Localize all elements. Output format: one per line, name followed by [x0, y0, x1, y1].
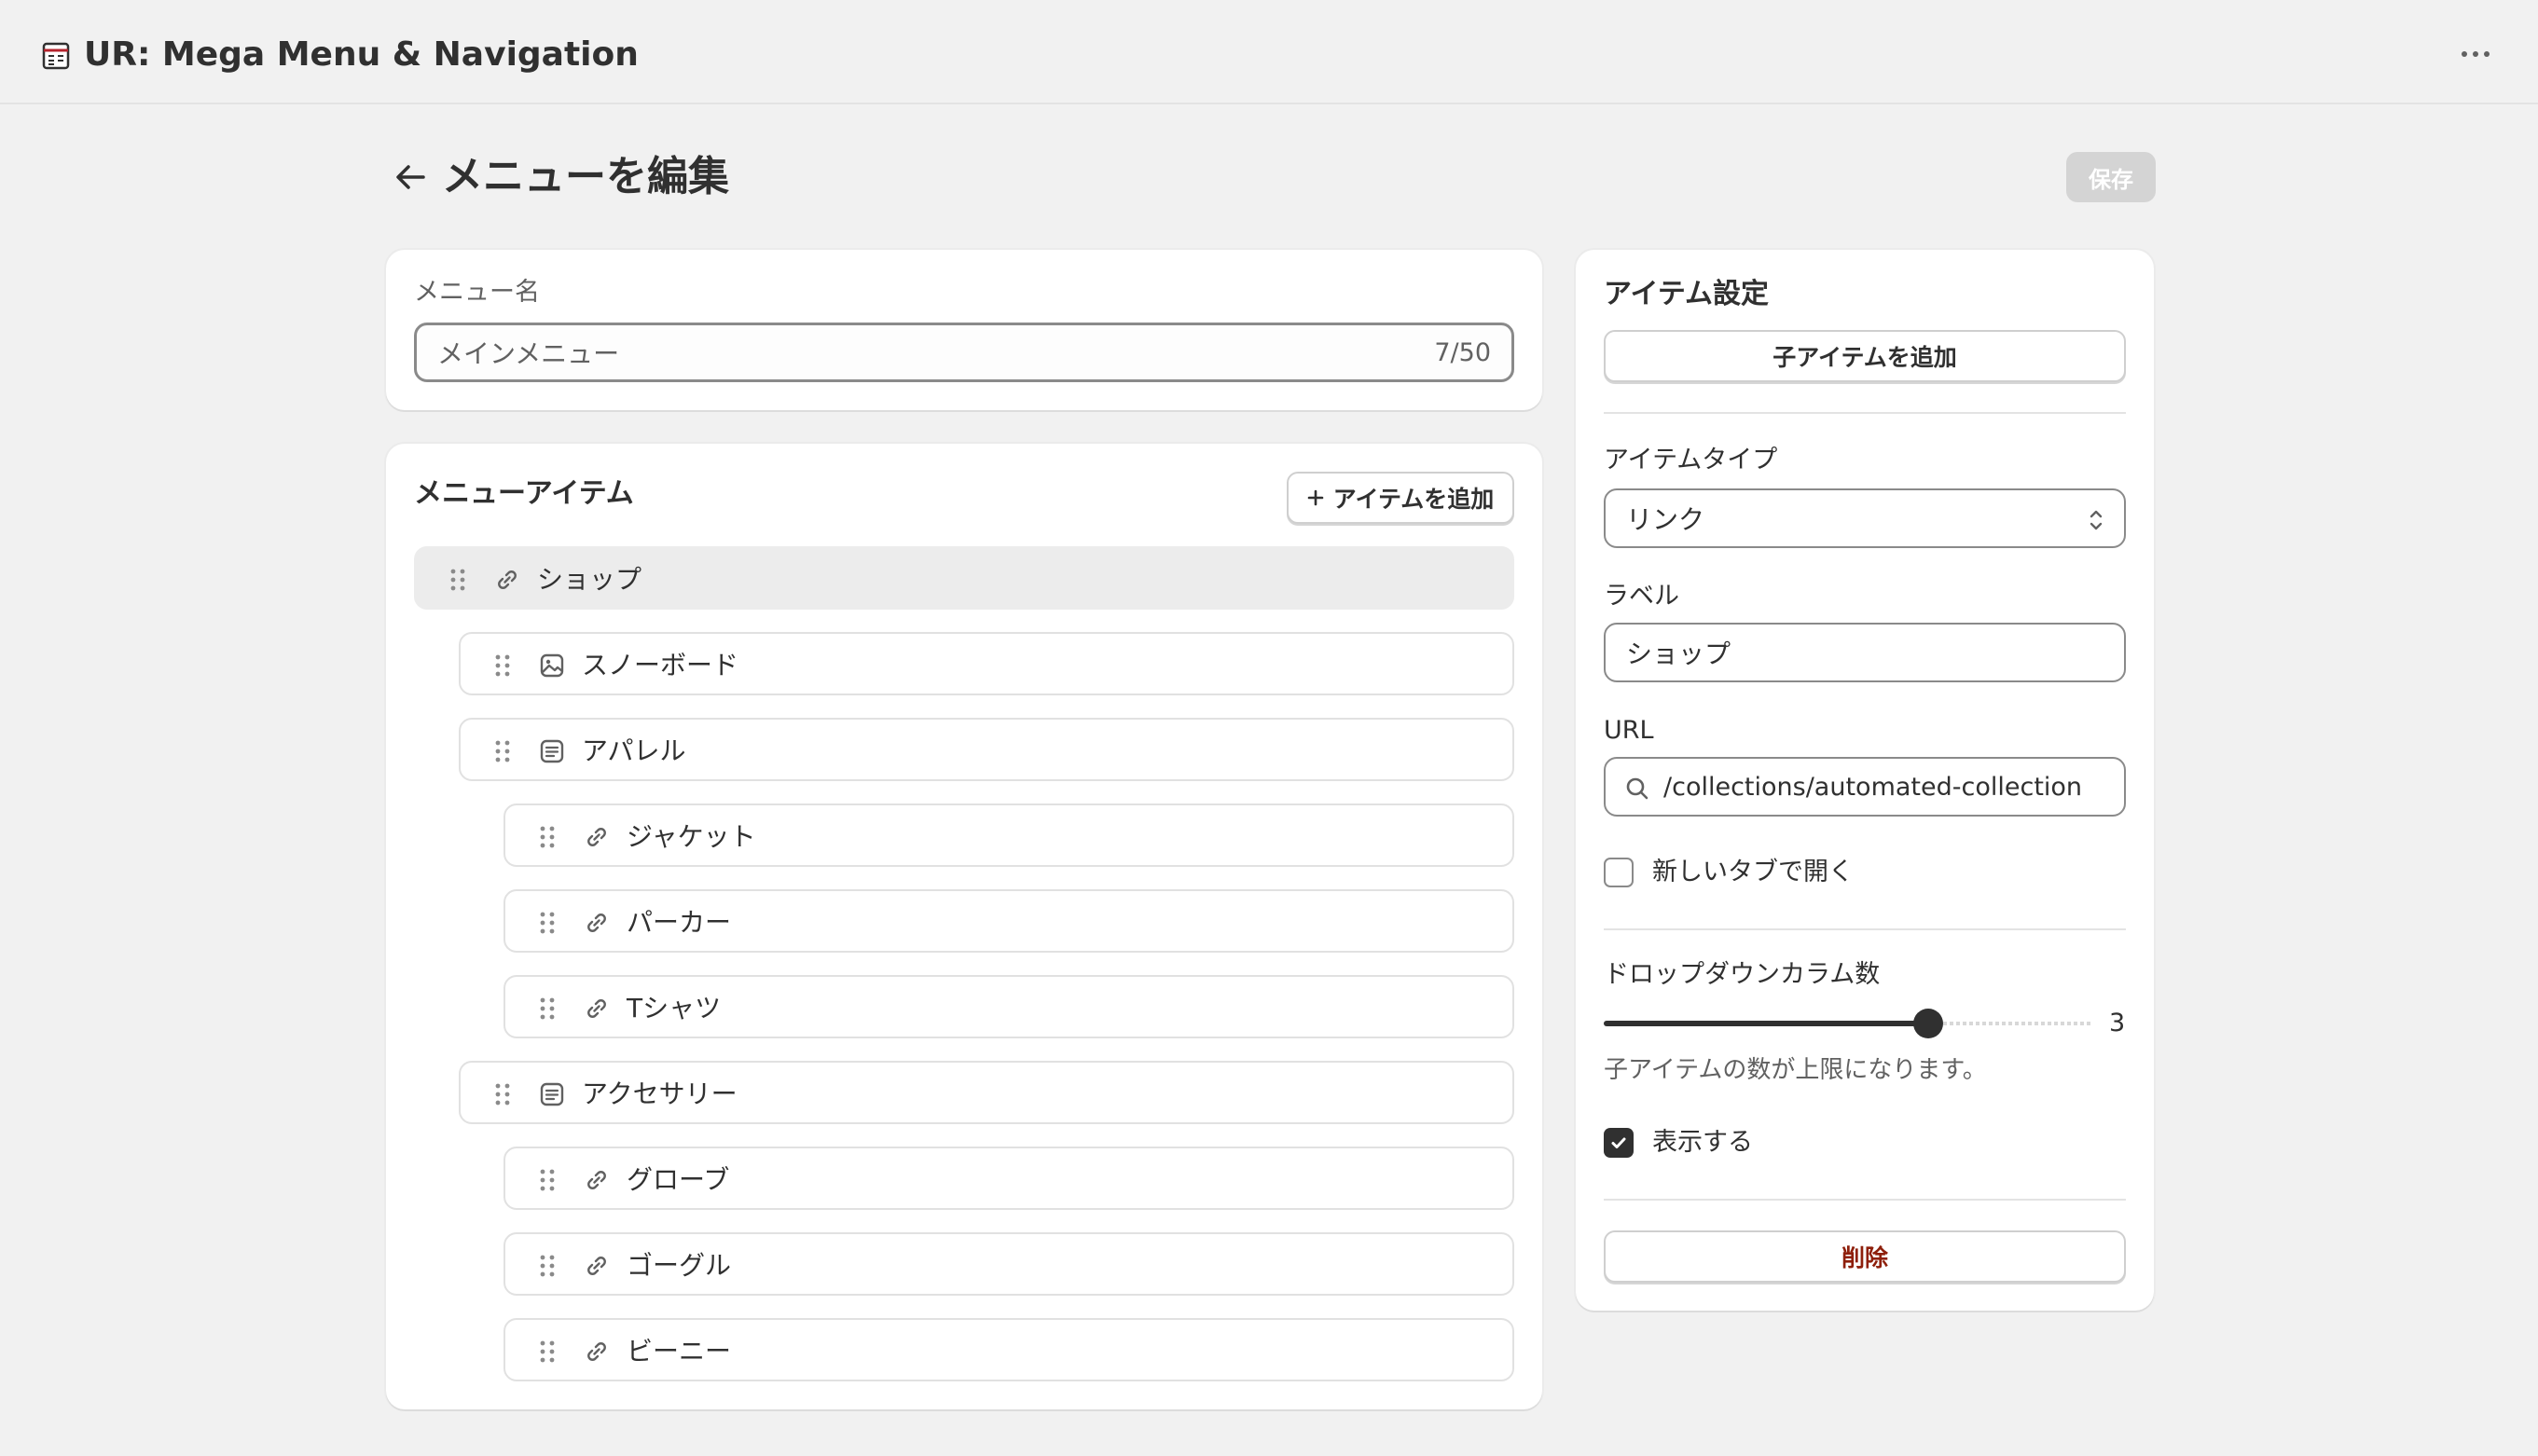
visible-label: 表示する: [1652, 1128, 1753, 1157]
link-icon: [582, 1165, 612, 1195]
item-settings-card: アイテム設定 子アイテムを追加 アイテムタイプ リンク ラベル ショップ URL…: [1576, 250, 2154, 1311]
menu-name-input[interactable]: メインメニュー 7/50: [414, 323, 1514, 382]
menu-item-label: ビーニー: [627, 1336, 732, 1367]
url-field-label: URL: [1604, 716, 1654, 745]
menu-item-row[interactable]: グローブ: [503, 1147, 1514, 1210]
add-child-item-button[interactable]: 子アイテムを追加: [1604, 330, 2126, 382]
app-title: UR: Mega Menu & Navigation: [84, 35, 639, 74]
more-icon-dot: [2484, 51, 2490, 57]
menu-item-row[interactable]: ビーニー: [503, 1318, 1514, 1381]
label-input-value: ショップ: [1626, 639, 1731, 669]
link-icon: [582, 994, 612, 1023]
menu-item-row[interactable]: ゴーグル: [503, 1232, 1514, 1296]
item-type-select[interactable]: リンク: [1604, 488, 2126, 548]
menu-item-label: スノーボード: [582, 650, 739, 680]
app-icon: [42, 42, 70, 70]
list-icon: [537, 736, 567, 766]
back-arrow-icon[interactable]: [390, 158, 431, 196]
menu-name-label: メニュー名: [414, 278, 540, 307]
menu-item-row[interactable]: ショップ: [414, 546, 1514, 610]
add-item-label: アイテムを追加: [1332, 486, 1495, 513]
menu-item-label: Tシャツ: [627, 993, 722, 1023]
item-type-label: アイテムタイプ: [1604, 446, 1778, 474]
limit-message: 子アイテムの数が上限になります。: [1604, 1056, 1987, 1084]
checkmark-icon: [1611, 1137, 1626, 1148]
menu-item-label: アパレル: [582, 735, 686, 766]
divider: [1604, 412, 2126, 414]
drag-handle-icon[interactable]: [539, 1253, 556, 1279]
drag-handle-icon[interactable]: [494, 652, 511, 679]
drag-handle-icon[interactable]: [539, 996, 556, 1022]
menu-item-row[interactable]: アクセサリー: [459, 1061, 1514, 1124]
drag-handle-icon[interactable]: [449, 567, 466, 593]
menu-name-card: メニュー名 メインメニュー 7/50: [386, 250, 1542, 410]
new-tab-checkbox[interactable]: [1604, 858, 1634, 887]
more-options-button[interactable]: [2452, 37, 2499, 71]
drag-handle-icon[interactable]: [539, 824, 556, 850]
label-input[interactable]: ショップ: [1604, 623, 2126, 682]
menu-item-label: ジャケット: [627, 821, 756, 852]
drag-handle-icon[interactable]: [494, 1081, 511, 1107]
menu-item-row[interactable]: アパレル: [459, 718, 1514, 781]
drag-handle-icon[interactable]: [494, 738, 511, 764]
drag-handle-icon[interactable]: [539, 1167, 556, 1193]
link-icon: [582, 1251, 612, 1281]
menu-item-label: アクセサリー: [582, 1078, 738, 1109]
menu-name-value: メインメニュー: [437, 338, 620, 369]
menu-item-label: ゴーグル: [627, 1250, 732, 1281]
image-icon: [537, 651, 567, 680]
plus-icon: [1307, 489, 1324, 506]
item-settings-heading: アイテム設定: [1604, 278, 1769, 310]
search-icon: [1626, 777, 1648, 800]
delete-button[interactable]: 削除: [1604, 1230, 2126, 1283]
divider: [1604, 1199, 2126, 1201]
link-icon: [582, 908, 612, 938]
label-field-label: ラベル: [1604, 582, 1679, 611]
save-button[interactable]: 保存: [2066, 152, 2156, 202]
menu-item-label: パーカー: [627, 907, 732, 938]
menu-item-row[interactable]: ジャケット: [503, 804, 1514, 867]
title-bar: UR: Mega Menu & Navigation: [0, 0, 2538, 104]
list-icon: [537, 1079, 567, 1109]
url-input-value: /collections/automated-collection: [1663, 772, 2083, 802]
menu-item-label: グローブ: [627, 1164, 730, 1195]
char-count: 7/50: [1434, 337, 1491, 367]
menu-items-card: メニューアイテム アイテムを追加 ショップスノーボード アパレルジャケットパーカー…: [386, 444, 1542, 1409]
link-icon: [492, 565, 522, 595]
visible-checkbox[interactable]: [1604, 1128, 1634, 1158]
menu-item-row[interactable]: パーカー: [503, 889, 1514, 953]
page-title: メニューを編集: [442, 153, 729, 200]
menu-item-label: ショップ: [537, 564, 642, 595]
url-input[interactable]: /collections/automated-collection: [1604, 757, 2126, 817]
menu-items-heading: メニューアイテム: [414, 477, 634, 510]
drag-handle-icon[interactable]: [539, 1339, 556, 1365]
slider-thumb[interactable]: [1913, 1009, 1943, 1038]
slider-fill: [1604, 1021, 1928, 1026]
menu-item-row[interactable]: Tシャツ: [503, 975, 1514, 1038]
select-chevron-icon: [2090, 510, 2103, 530]
drag-handle-icon[interactable]: [539, 910, 556, 936]
divider: [1604, 928, 2126, 930]
more-icon-dot: [2462, 51, 2467, 57]
item-type-value: リンク: [1626, 504, 1705, 535]
link-icon: [582, 822, 612, 852]
link-icon: [582, 1337, 612, 1367]
more-icon-dot: [2473, 51, 2478, 57]
new-tab-label: 新しいタブで開く: [1652, 858, 1854, 886]
dropdown-columns-label: ドロップダウンカラム数: [1604, 960, 1881, 989]
add-item-button[interactable]: アイテムを追加: [1287, 472, 1514, 524]
dropdown-columns-value: 3: [2109, 1009, 2126, 1037]
menu-item-row[interactable]: スノーボード: [459, 632, 1514, 695]
